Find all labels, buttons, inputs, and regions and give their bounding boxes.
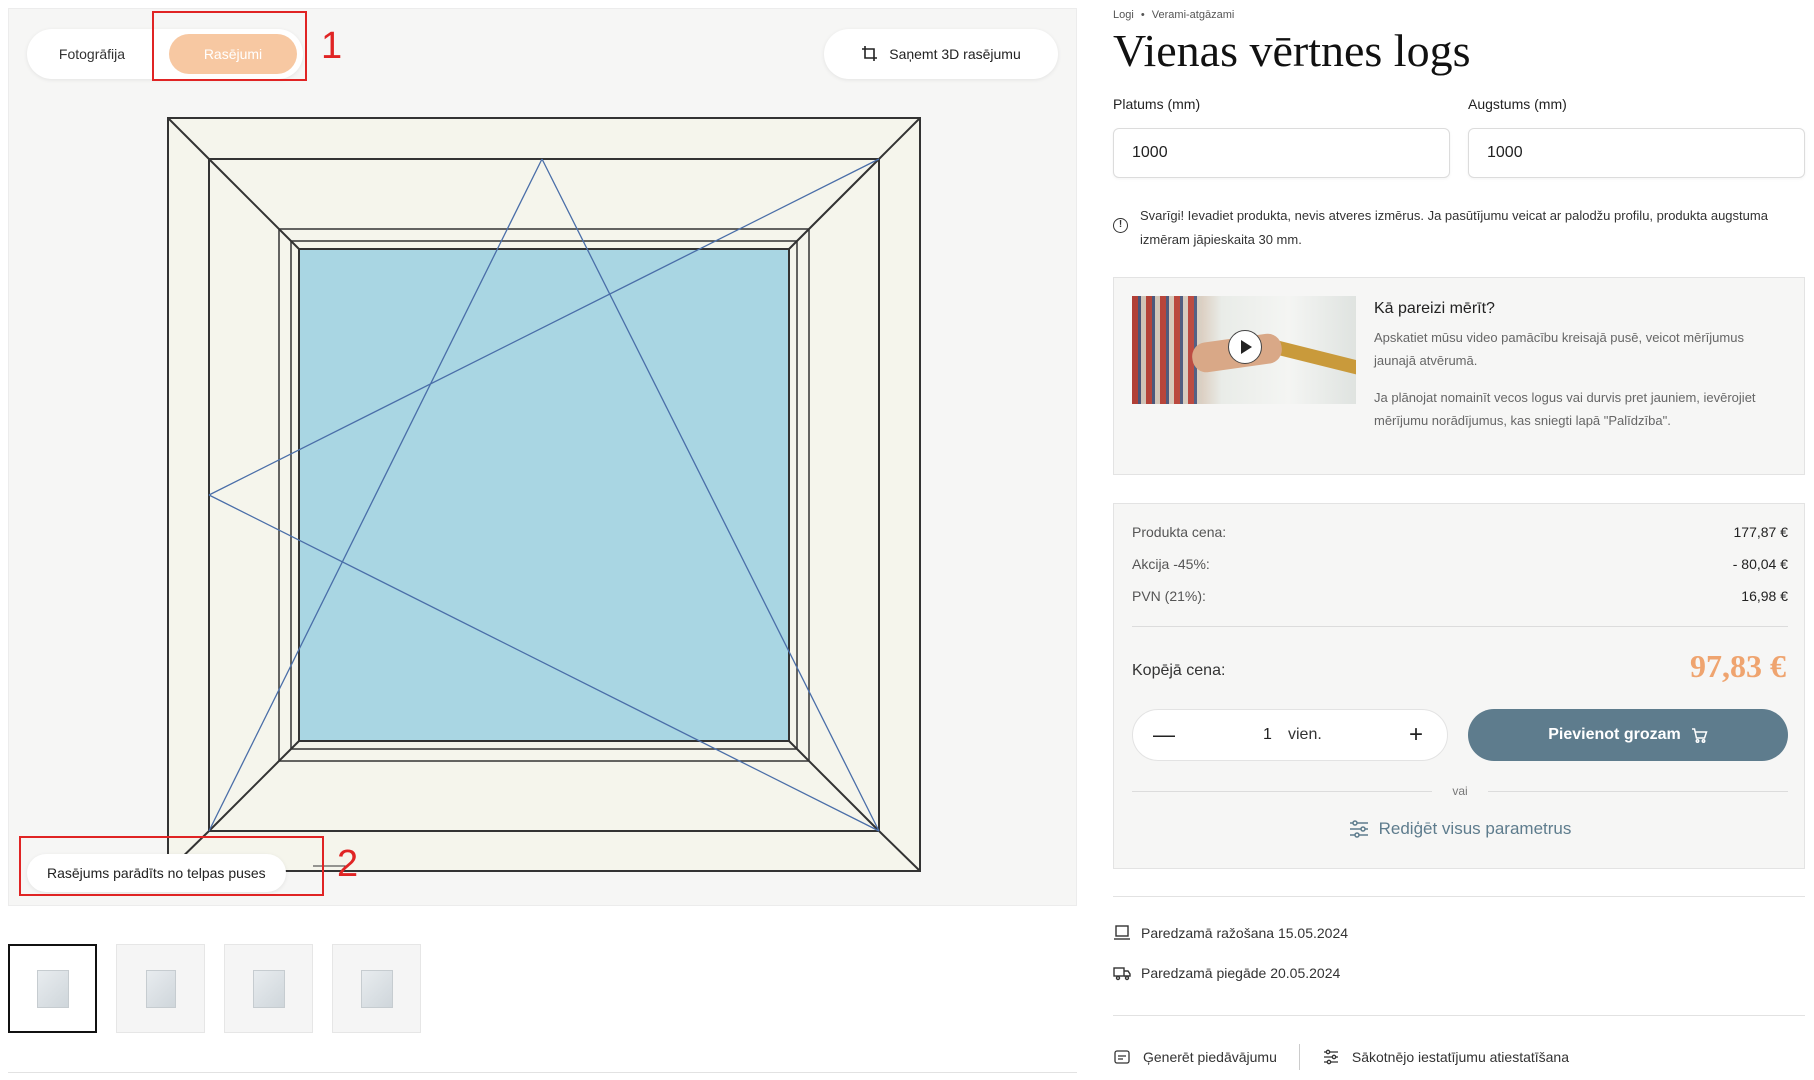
width-label: Platums (mm)	[1113, 96, 1201, 112]
breadcrumb-link-verami[interactable]: Verami-atgāzami	[1152, 9, 1235, 21]
or-line-left	[1132, 791, 1432, 792]
price-value: 177,87 €	[1733, 524, 1789, 540]
edit-all-label: Rediģēt visus parametrus	[1378, 819, 1572, 838]
warning-text: Svarīgi! Ievadiet produkta, nevis atvere…	[1140, 208, 1768, 247]
or-text: vai	[1452, 784, 1468, 798]
price-card: Produkta cena: 177,87 € Akcija -45%: - 8…	[1113, 503, 1805, 869]
play-icon[interactable]	[1228, 330, 1262, 364]
window-drawing	[167, 117, 921, 872]
generate-offer-link[interactable]: Ģenerēt piedāvājumu	[1113, 1048, 1277, 1066]
link-separator	[1298, 1044, 1300, 1070]
cart-icon	[1691, 727, 1708, 743]
truck-icon	[1113, 967, 1131, 981]
production-date-text: Paredzamā ražošana 15.05.2024	[1141, 925, 1349, 941]
product-viewer: Fotogrāfija Rasējumi 1 Saņemt 3D rasējum…	[8, 8, 1077, 906]
footer-links: Ģenerēt piedāvājumu Sākotnējo iestatījum…	[1113, 1044, 1569, 1070]
settings-sliders-icon	[1323, 1049, 1338, 1065]
width-field[interactable]	[1113, 128, 1450, 178]
window-thumbnail-icon	[36, 969, 69, 1008]
video-card-text: Apskatiet mūsu video pamācību kreisajā p…	[1374, 330, 1744, 368]
annotation-number-2: 2	[337, 843, 359, 885]
window-open-thumbnail-icon	[145, 969, 176, 1008]
thumbnail-strip	[8, 944, 421, 1033]
divider	[8, 1072, 1077, 1073]
window-angle-thumbnail-icon	[252, 969, 285, 1008]
add-to-cart-button[interactable]: Pievienot grozam	[1468, 709, 1788, 761]
thumbnail-4[interactable]	[332, 944, 421, 1033]
thumbnail-1[interactable]	[8, 944, 97, 1033]
add-to-cart-label: Pievienot grozam	[1548, 726, 1681, 743]
product-details: Logi • Verami-atgāzami Vienas vērtnes lo…	[1113, 0, 1805, 1080]
edit-all-parameters-link[interactable]: Rediģēt visus parametrus	[1114, 819, 1806, 839]
vat-label: PVN (21%):	[1132, 588, 1206, 604]
height-label: Augstums (mm)	[1468, 96, 1567, 112]
tab-photo[interactable]: Fotogrāfija	[37, 34, 147, 74]
price-row-vat: PVN (21%): 16,98 €	[1132, 588, 1788, 604]
measure-video-card: Kā pareizi mērīt? Apskatiet mūsu video p…	[1113, 277, 1805, 475]
total-price: 97,83 €	[1690, 648, 1786, 684]
info-icon: !	[1113, 218, 1128, 233]
discount-value: - 80,04 €	[1732, 556, 1788, 572]
total-label: Kopējā cena:	[1132, 662, 1226, 679]
delivery-date: Paredzamā piegāde 20.05.2024	[1113, 964, 1340, 982]
glass-pane	[298, 248, 790, 742]
height-field[interactable]	[1468, 128, 1805, 178]
annotation-box-1	[152, 11, 307, 81]
delivery-date-text: Paredzamā piegāde 20.05.2024	[1141, 965, 1341, 981]
generate-offer-label: Ģenerēt piedāvājumu	[1143, 1049, 1277, 1065]
crop-icon	[862, 46, 878, 61]
measurement-warning: ! Svarīgi! Ievadiet produkta, nevis atve…	[1113, 204, 1805, 252]
video-card-title: Kā pareizi mērīt?	[1374, 300, 1495, 317]
video-card-help-text: Ja plānojat nomainīt vecos logus vai dur…	[1374, 390, 1756, 428]
price-row-product: Produkta cena: 177,87 €	[1132, 524, 1788, 540]
breadcrumb: Logi • Verami-atgāzami	[1113, 9, 1234, 21]
or-line-right	[1488, 791, 1788, 792]
vat-value: 16,98 €	[1741, 588, 1788, 604]
annotation-number-1: 1	[321, 25, 343, 67]
plus-button[interactable]: +	[1401, 720, 1431, 750]
minus-button[interactable]: —	[1149, 720, 1179, 750]
price-label: Produkta cena:	[1132, 524, 1227, 540]
price-divider	[1132, 626, 1788, 627]
video-thumbnail-shirt	[1132, 296, 1202, 404]
breadcrumb-link-logi[interactable]: Logi	[1113, 9, 1134, 21]
get-3d-drawing-button[interactable]: Saņemt 3D rasējumu	[824, 29, 1058, 79]
annotation-box-2	[19, 836, 324, 896]
thumbnail-2[interactable]	[116, 944, 205, 1033]
quantity-unit: vien.	[1288, 726, 1322, 743]
video-thumbnail[interactable]	[1132, 296, 1356, 404]
reset-settings-label: Sākotnējo iestatījumu atiestatīšana	[1351, 1049, 1570, 1065]
discount-label: Akcija -45%:	[1132, 556, 1210, 572]
or-divider: vai	[1132, 784, 1788, 798]
window-front-thumbnail-icon	[360, 969, 393, 1008]
production-date: Paredzamā ražošana 15.05.2024	[1113, 924, 1348, 942]
quantity-stepper: — 1 vien. +	[1132, 709, 1448, 761]
sliders-icon	[1349, 820, 1368, 838]
reset-settings-link[interactable]: Sākotnējo iestatījumu atiestatīšana	[1322, 1048, 1569, 1066]
document-icon	[1114, 1050, 1130, 1064]
thumbnail-3[interactable]	[224, 944, 313, 1033]
quantity-value[interactable]: 1	[1263, 726, 1272, 744]
price-row-discount: Akcija -45%: - 80,04 €	[1132, 556, 1788, 572]
divider	[1113, 896, 1805, 897]
page-title: Vienas vērtnes logs	[1113, 25, 1471, 76]
breadcrumb-separator: •	[1140, 9, 1145, 21]
get-3d-drawing-label: Saņemt 3D rasējumu	[889, 46, 1021, 62]
divider	[1113, 1015, 1805, 1016]
laptop-icon	[1114, 925, 1130, 940]
